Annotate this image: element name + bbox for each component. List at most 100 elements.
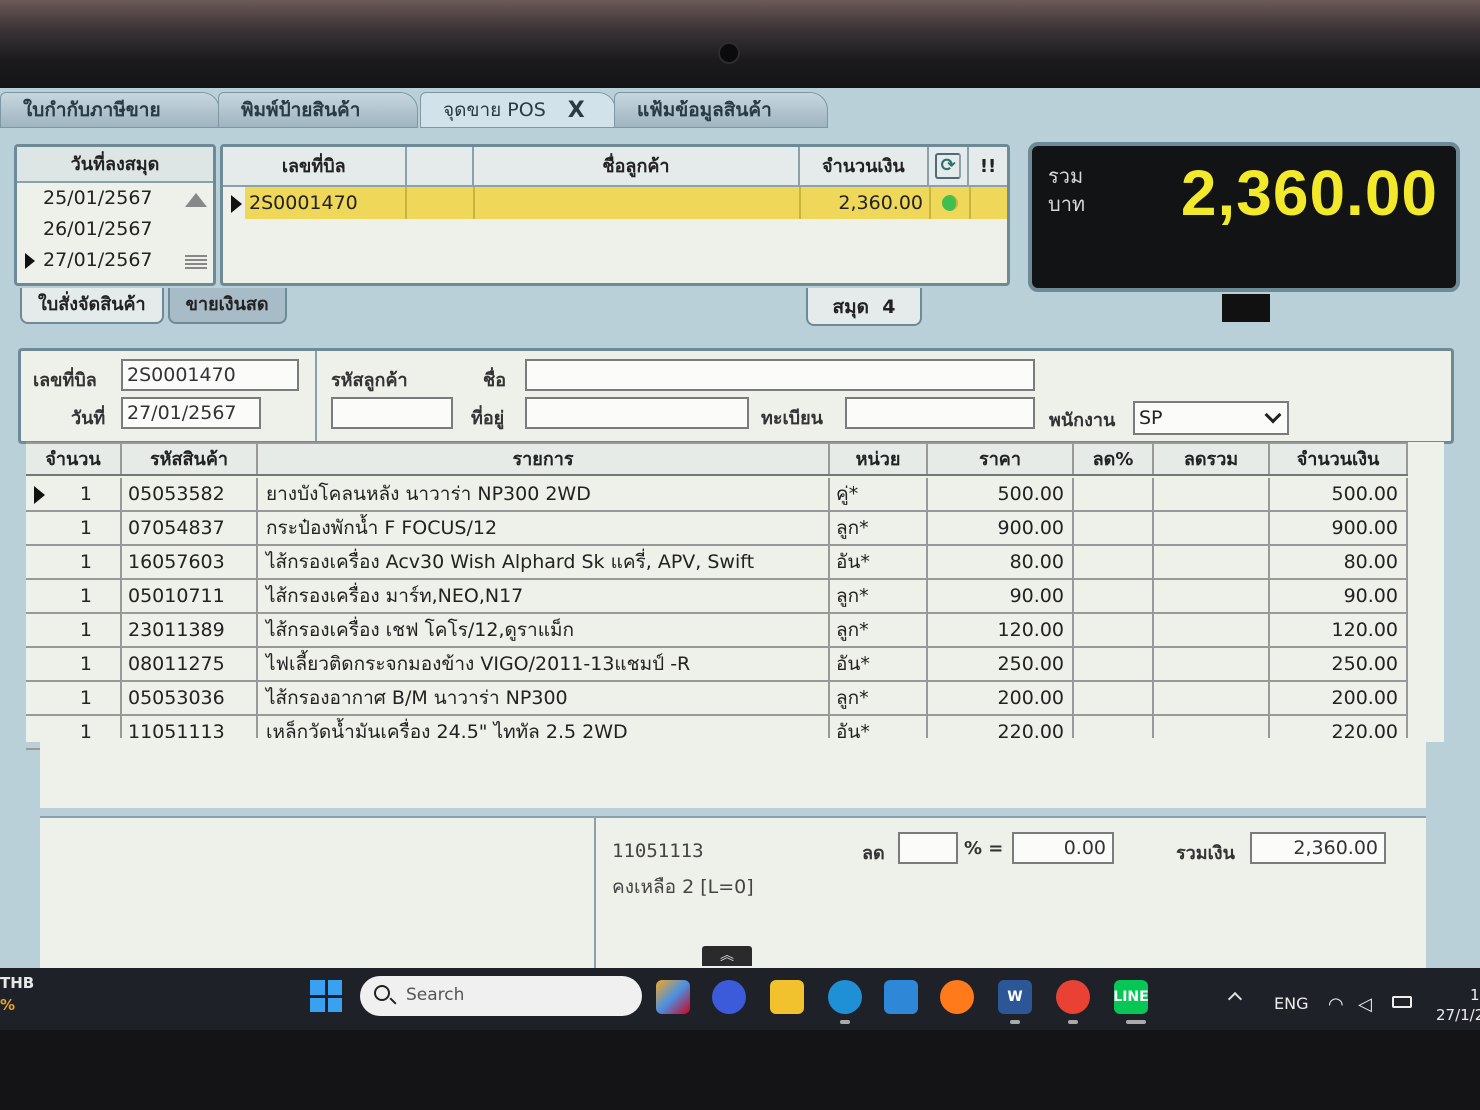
customer-code-field[interactable]	[331, 397, 453, 429]
table-row[interactable]: 1 05010711 ไส้กรองเครื่อง มาร์ท,NEO,N17 ลูก…	[26, 580, 1408, 614]
items-grid: จำนวน รหัสสินค้า รายการ หน่วย ราคา ลด% ล…	[26, 442, 1444, 750]
currency-widget[interactable]: THB	[0, 974, 34, 992]
cell-qty: 1	[26, 580, 122, 612]
bill-list: เลขที่บิล ชื่อลูกค้า จำนวนเงิน ⟳ !! 2S00…	[220, 144, 1010, 286]
cell-disc	[1074, 648, 1154, 680]
windows-start-icon[interactable]	[310, 980, 342, 1012]
cell-dsum	[1154, 648, 1270, 680]
wifi-icon[interactable]: ◠	[1328, 994, 1344, 1015]
tray-expand-icon[interactable]	[1227, 991, 1243, 1007]
col-bill-no: เลขที่บิล	[223, 147, 407, 185]
table-row[interactable]: 1 16057603 ไส้กรองเครื่อง Acv30 Wish Alpha…	[26, 546, 1408, 580]
chevron-down-icon[interactable]	[1264, 406, 1282, 424]
col-customer: ชื่อลูกค้า	[474, 147, 800, 185]
cell-disc	[1074, 512, 1154, 544]
chrome-icon[interactable]	[1056, 980, 1090, 1014]
cell-disc	[1074, 580, 1154, 612]
col-description: รายการ	[258, 444, 830, 474]
cell-desc: ไส้กรองอากาศ B/M นาวาร่า NP300	[258, 682, 830, 714]
cell-code: 07054837	[122, 512, 258, 544]
current-item-code: 11051113	[612, 840, 704, 862]
file-explorer-icon[interactable]	[770, 980, 804, 1014]
clock-date[interactable]: 27/1/2	[1436, 1006, 1480, 1024]
discount-amount-field[interactable]: 0.00	[1012, 832, 1114, 864]
table-row[interactable]: 1 07054837 กระป๋องพักน้ำ F FOCUS/12 ลูก* 900…	[26, 512, 1408, 546]
bill-no-field[interactable]: 2S0001470	[121, 359, 299, 391]
input-language[interactable]: ENG	[1274, 994, 1308, 1013]
currency-label: บาท	[1048, 192, 1086, 216]
cell-qty: 1	[26, 478, 122, 510]
volume-icon[interactable]: ◁	[1358, 994, 1372, 1015]
subtab-cash-sale[interactable]: ขายเงินสด	[167, 288, 287, 324]
staff-select[interactable]: SP	[1133, 401, 1289, 435]
date-scrollbar[interactable]	[183, 187, 209, 283]
taskbar-search[interactable]: Search	[360, 976, 642, 1016]
date-list: วันที่ลงสมุด 25/01/2567 26/01/2567 27/01…	[14, 144, 216, 286]
cell-dsum	[1154, 478, 1270, 510]
copilot-icon[interactable]	[656, 980, 690, 1014]
cell-price: 900.00	[928, 512, 1074, 544]
registration-label: ทะเบียน	[761, 408, 823, 429]
cell-qty: 1	[26, 648, 122, 680]
items-grid-empty-area	[40, 738, 1426, 808]
cell-qty: 1	[26, 512, 122, 544]
tab-tax-invoice[interactable]: ใบกำกับภาษีขาย	[0, 92, 220, 128]
table-row[interactable]: 1 08011275 ไฟเลี้ยวติดกระจกมองข้าง VIGO/20…	[26, 648, 1408, 682]
grand-total-label: รวมเงิน	[1176, 843, 1235, 864]
table-row[interactable]: 1 05053582 ยางบังโคลนหลัง นาวาร่า NP300 2W…	[26, 478, 1408, 512]
scroll-grip-icon[interactable]	[185, 255, 207, 269]
word-icon[interactable]: W	[998, 980, 1032, 1014]
blank-cell	[407, 187, 475, 219]
table-row[interactable]: 1 23011389 ไส้กรองเครื่อง เชฟ โคโร/12,ดูรา…	[26, 614, 1408, 648]
clock-time[interactable]: 1	[1470, 986, 1480, 1004]
col-amount: จำนวนเงิน	[800, 147, 930, 185]
book-indicator[interactable]: สมุด 4	[806, 288, 922, 326]
subtab-picking-order[interactable]: ใบสั่งจัดสินค้า	[20, 288, 164, 324]
currency-change: %	[0, 996, 16, 1014]
name-field[interactable]	[525, 359, 1035, 391]
col-qty: จำนวน	[26, 444, 122, 474]
discount-pct-field[interactable]	[898, 832, 958, 864]
mail-icon[interactable]	[884, 980, 918, 1014]
tab-pos[interactable]: จุดขาย POS X	[420, 92, 616, 128]
cell-code: 23011389	[122, 614, 258, 646]
battery-icon[interactable]	[1392, 996, 1412, 1008]
date-label: วันที่	[71, 408, 106, 429]
tab-product-file[interactable]: แฟ้มข้อมูลสินค้า	[614, 92, 828, 128]
address-label: ที่อยู่	[471, 408, 505, 429]
cell-disc	[1074, 478, 1154, 510]
cell-desc: ไส้กรองเครื่อง มาร์ท,NEO,N17	[258, 580, 830, 612]
address-field[interactable]	[525, 397, 749, 429]
customer-cell	[475, 187, 801, 219]
bill-row-selected[interactable]: 2S0001470 2,360.00	[245, 187, 1007, 219]
monitor-bezel-bottom	[0, 1030, 1480, 1110]
line-icon[interactable]: LINE	[1113, 980, 1149, 1014]
scroll-up-icon[interactable]	[185, 193, 207, 207]
cell-dsum	[1154, 614, 1270, 646]
col-discount-pct: ลด%	[1074, 444, 1154, 474]
cell-unit: ลูก*	[830, 682, 928, 714]
cell-code: 16057603	[122, 546, 258, 578]
pct-equals: % =	[964, 838, 1004, 859]
firefox-icon[interactable]	[940, 980, 974, 1014]
tab-price-label[interactable]: พิมพ์ป้ายสินค้า	[218, 92, 418, 128]
cell-code: 08011275	[122, 648, 258, 680]
date-field[interactable]: 27/01/2567	[121, 397, 261, 429]
cell-amount: 900.00	[1270, 512, 1408, 544]
close-icon[interactable]: X	[568, 98, 585, 123]
cell-disc	[1074, 546, 1154, 578]
meet-icon[interactable]	[712, 980, 746, 1014]
col-discount-sum: ลดรวม	[1154, 444, 1270, 474]
cell-desc: กระป๋องพักน้ำ F FOCUS/12	[258, 512, 830, 544]
expand-up-icon[interactable]: ︽	[702, 946, 752, 966]
customer-code-label: รหัสลูกค้า	[331, 370, 408, 391]
table-row[interactable]: 1 05053036 ไส้กรองอากาศ B/M นาวาร่า NP300 ล…	[26, 682, 1408, 716]
edge-icon[interactable]	[828, 980, 862, 1014]
cell-amount: 120.00	[1270, 614, 1408, 646]
registration-field[interactable]	[845, 397, 1035, 429]
row-pointer-icon	[231, 195, 242, 213]
refresh-icon[interactable]: ⟳	[935, 153, 962, 179]
col-blank	[407, 147, 475, 185]
cell-price: 500.00	[928, 478, 1074, 510]
row-pointer-icon	[25, 253, 35, 269]
